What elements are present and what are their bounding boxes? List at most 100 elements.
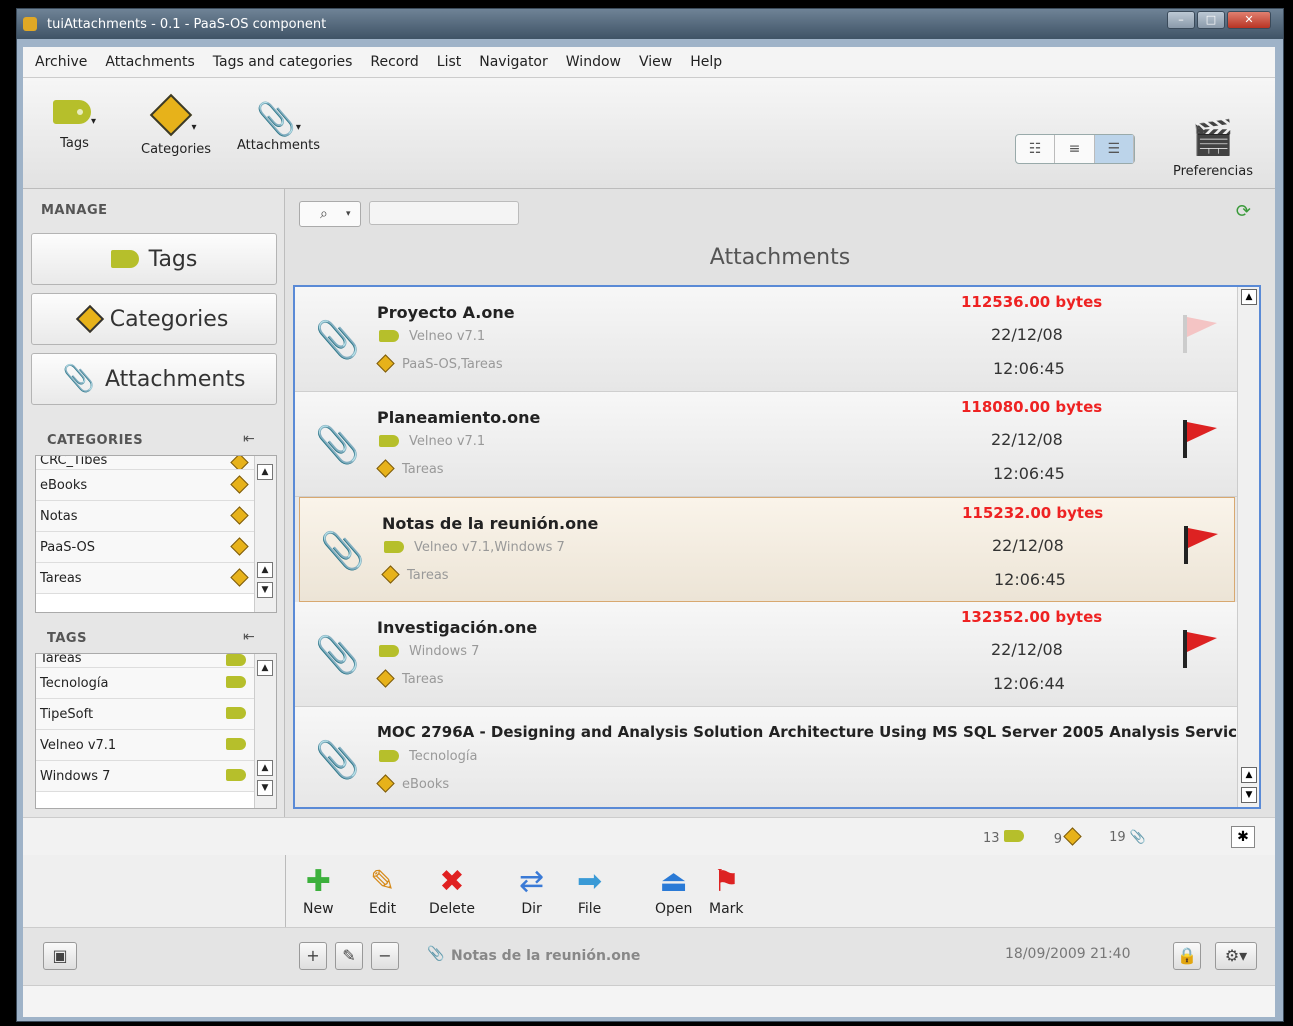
category-item[interactable]: eBooks [36,470,276,501]
file-button[interactable]: ➡ File [577,863,602,917]
edit-button[interactable]: ✎ Edit [369,863,396,917]
view-detail-button[interactable]: ☰ [1094,135,1134,163]
toolbar-attachments-button[interactable]: 📎▾ Attachments [237,100,320,153]
category-icon [376,774,395,793]
new-button[interactable]: ✚ New [303,863,334,917]
scroll-down-icon[interactable]: ▼ [257,780,273,796]
attachment-row[interactable]: 📎 Planeamiento.one Velneo v7.1 Tareas 11… [295,392,1239,497]
dir-button[interactable]: ⇄ Dir [519,863,544,917]
settings-gear-icon[interactable]: ✱ [1231,826,1255,848]
view-list-button[interactable]: ≡ [1055,135,1095,163]
title-bar: tuiAttachments - 0.1 - PaaS-OS component… [17,9,1283,39]
attachment-tags: Velneo v7.1,Windows 7 [384,540,565,555]
scroll-up-icon[interactable]: ▲ [257,760,273,776]
attachment-row[interactable]: 📎 MOC 2796A - Designing and Analysis Sol… [295,707,1256,807]
tags-scrollbar[interactable]: ▲ ▲ ▼ [254,654,276,808]
flag-icon[interactable] [1184,526,1220,564]
window-title: tuiAttachments - 0.1 - PaaS-OS component [47,17,327,32]
scroll-down-icon[interactable]: ▼ [257,582,273,598]
menu-record[interactable]: Record [370,54,418,70]
manage-categories-button[interactable]: Categories [31,293,277,345]
mark-button[interactable]: ⚑ Mark [709,863,744,917]
category-item[interactable]: Tareas [36,563,276,594]
menu-archive[interactable]: Archive [35,54,87,70]
tag-item[interactable]: Tareas [36,654,276,668]
toolbar-categories-button[interactable]: ▾ Categories [141,93,212,157]
attachment-row[interactable]: 📎 Investigación.one Windows 7 Tareas 132… [295,602,1239,707]
search-input[interactable] [369,201,519,225]
category-icon [149,93,192,137]
categories-list: CRC_Tibes eBooks Notas PaaS-OS Tareas ▲ … [35,455,277,613]
tags-count: 13 [983,831,1000,846]
close-button[interactable]: ✕ [1227,11,1271,29]
categories-scrollbar[interactable]: ▲ ▲ ▼ [254,456,276,612]
search-mode-button[interactable]: ⌕ ▾ [299,201,361,227]
tag-item[interactable]: Tecnología [36,668,276,699]
category-item[interactable]: Notas [36,501,276,532]
attachment-date: 22/12/08 [991,325,1063,344]
attachment-name: Notas de la reunión.one [382,514,599,533]
view-icons-button[interactable]: ☷ [1016,135,1056,163]
collapse-tags-icon[interactable]: ⇤ [243,629,255,645]
maximize-button[interactable]: □ [1197,11,1225,29]
preferences-button[interactable]: 🎬 Preferencias [1173,118,1253,179]
flag-icon[interactable] [1183,315,1219,353]
menu-tags-and-categories[interactable]: Tags and categories [213,54,353,70]
attachment-date: 22/12/08 [991,430,1063,449]
tag-icon [110,250,139,268]
scroll-up-icon[interactable]: ▲ [257,464,273,480]
tag-item[interactable]: Windows 7 [36,761,276,792]
delete-button[interactable]: ✖ Delete [429,863,475,917]
category-icon [230,506,249,525]
manage-tags-button[interactable]: Tags [31,233,277,285]
manage-attachments-button[interactable]: 📎 Attachments [31,353,277,405]
lock-icon[interactable]: 🔒 [1173,942,1201,970]
attachment-categories: eBooks [376,774,449,793]
pane-divider [285,855,286,927]
refresh-icon[interactable]: ⟳ [1236,201,1251,222]
category-icon [376,354,395,373]
category-item[interactable]: CRC_Tibes [36,456,276,470]
menu-navigator[interactable]: Navigator [479,54,548,70]
collapse-panel-button[interactable]: ▣ [43,942,77,970]
add-small-button[interactable]: + [299,942,327,970]
category-icon [230,568,249,587]
flag-icon[interactable] [1183,420,1219,458]
attachments-count: 19 [1109,830,1126,845]
manage-heading: MANAGE [41,203,108,218]
tag-icon [379,330,399,342]
remove-small-button[interactable]: − [371,942,399,970]
tag-icon [1003,830,1024,842]
scroll-up-icon[interactable]: ▲ [1241,289,1257,305]
edit-small-button[interactable]: ✎ [335,942,363,970]
menu-attachments[interactable]: Attachments [105,54,194,70]
scroll-up-icon[interactable]: ▲ [1241,767,1257,783]
toolbar-tags-button[interactable]: ▾ Tags [53,100,96,151]
tag-item[interactable]: TipeSoft [36,699,276,730]
gear-icon[interactable]: ⚙▾ [1215,942,1257,970]
scroll-up-icon[interactable]: ▲ [257,562,273,578]
flag-icon[interactable] [1183,630,1219,668]
collapse-categories-icon[interactable]: ⇤ [243,431,255,447]
menu-list[interactable]: List [437,54,461,70]
paperclip-icon: 📎 [315,425,360,466]
attachment-date: 22/12/08 [991,640,1063,659]
menu-window[interactable]: Window [566,54,621,70]
toolbar-categories-label: Categories [141,142,212,157]
scroll-up-icon[interactable]: ▲ [257,660,273,676]
attachment-name: MOC 2796A - Designing and Analysis Solut… [377,723,1257,741]
tag-item[interactable]: Velneo v7.1 [36,730,276,761]
app-icon [23,17,37,31]
menu-view[interactable]: View [639,54,672,70]
attachment-row-selected[interactable]: 📎 Notas de la reunión.one Velneo v7.1,Wi… [299,497,1235,602]
attachment-row[interactable]: 📎 Proyecto A.one Velneo v7.1 PaaS-OS,Tar… [295,287,1239,392]
open-button[interactable]: ⏏ Open [655,863,692,917]
scroll-down-icon[interactable]: ▼ [1241,787,1257,803]
attachment-size: 112536.00 bytes [961,293,1103,311]
attachments-scrollbar[interactable]: ▲ ▲ ▼ [1237,287,1259,807]
attachment-tags: Velneo v7.1 [379,329,485,344]
menu-help[interactable]: Help [690,54,722,70]
category-item[interactable]: PaaS-OS [36,532,276,563]
minimize-button[interactable]: – [1167,11,1195,29]
view-mode-switcher: ☷ ≡ ☰ [1015,134,1135,164]
